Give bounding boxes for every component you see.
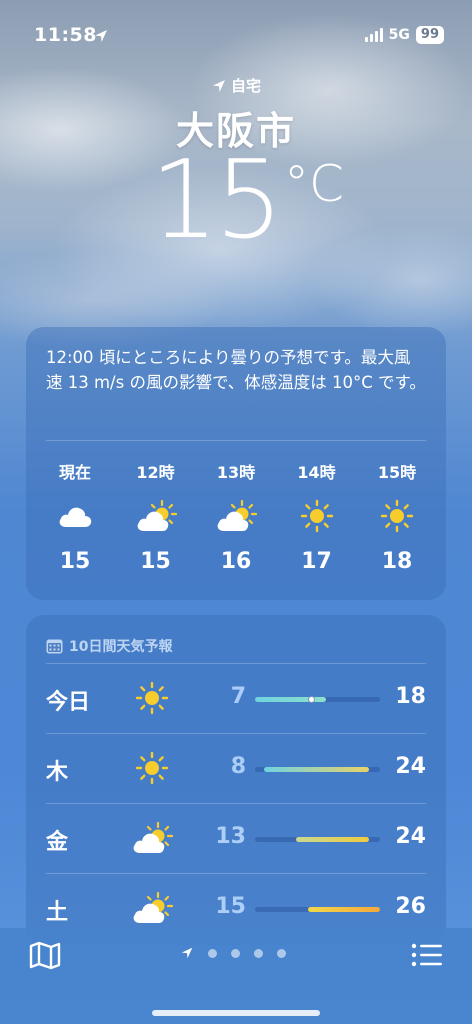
day-high-temp: 24	[395, 754, 426, 779]
sun-icon	[130, 678, 174, 718]
hour-temperature: 18	[381, 549, 413, 574]
day-high-temp: 26	[395, 894, 426, 919]
location-header: 自宅 大阪市 15 °C	[0, 75, 472, 265]
temperature-range-bar	[255, 907, 380, 912]
partly-sunny-icon	[201, 495, 271, 537]
hour-item: 14時 17	[282, 459, 352, 574]
home-indicator[interactable]	[152, 1010, 320, 1016]
list-icon[interactable]	[410, 940, 444, 970]
day-low-temp: 7	[230, 684, 246, 709]
hour-temperature: 15	[140, 549, 171, 574]
hour-item: 現在 15	[40, 459, 110, 574]
status-indicators: 5G 99	[364, 26, 444, 44]
page-dot[interactable]	[277, 948, 286, 958]
page-indicator[interactable]	[180, 946, 286, 960]
temperature-range-bar	[255, 767, 380, 772]
current-temperature-marker	[307, 696, 315, 703]
sun-icon	[282, 495, 352, 537]
cloud-icon	[40, 495, 110, 537]
network-type: 5G	[388, 27, 410, 43]
partly-sunny-icon	[130, 888, 174, 928]
divider	[46, 803, 426, 804]
day-low-temp: 15	[215, 894, 246, 919]
divider	[46, 733, 426, 734]
partly-sunny-icon	[130, 818, 174, 858]
page-dot[interactable]	[254, 948, 263, 958]
bottom-toolbar	[0, 928, 472, 1024]
forecast-summary: 12:00 頃にところにより曇りの予想です。最大風速 13 m/s の風の影響で…	[46, 348, 426, 392]
hourly-forecast-card[interactable]: 12:00 頃にところにより曇りの予想です。最大風速 13 m/s の風の影響で…	[26, 327, 446, 600]
day-name: 土	[46, 900, 69, 925]
divider	[46, 663, 426, 664]
day-name: 金	[46, 830, 69, 855]
day-row[interactable]: 金 13 24	[26, 803, 446, 873]
hour-label: 15時	[377, 463, 417, 482]
ten-day-forecast-card[interactable]: 10日間天気予報 今日 7 18 木 8 24 金 13 24 土 15 26	[26, 615, 446, 945]
page-dot[interactable]	[208, 948, 217, 958]
battery-icon: 99	[415, 26, 444, 44]
temperature-range-fill	[296, 837, 369, 842]
day-name: 今日	[46, 690, 91, 715]
hour-label: 12時	[136, 463, 175, 482]
day-name: 木	[46, 760, 69, 785]
sun-icon	[362, 495, 432, 537]
hour-temperature: 17	[301, 549, 332, 574]
day-row[interactable]: 木 8 24	[26, 733, 446, 803]
partly-sunny-icon	[121, 495, 191, 537]
hour-temperature: 16	[220, 549, 252, 574]
hour-label: 14時	[297, 463, 336, 482]
day-low-temp: 13	[215, 824, 246, 849]
day-row[interactable]: 今日 7 18	[26, 663, 446, 733]
location-label: 自宅	[230, 77, 261, 95]
hour-item: 13時 16	[201, 459, 271, 574]
current-temperature: 15 °C	[0, 147, 472, 265]
day-high-temp: 24	[395, 824, 426, 849]
calendar-icon	[46, 639, 63, 653]
page-dot[interactable]	[231, 948, 240, 958]
day-low-temp: 8	[230, 754, 246, 779]
day-high-temp: 18	[395, 684, 426, 709]
hour-temperature: 15	[59, 549, 91, 574]
temperature-unit: °C	[284, 155, 344, 213]
location-arrow-icon	[181, 947, 193, 959]
hour-item: 15時 18	[362, 459, 432, 574]
map-icon[interactable]	[28, 940, 62, 970]
temperature-range-bar	[255, 837, 380, 842]
temperature-range-fill	[263, 767, 369, 772]
ten-day-forecast-header: 10日間天気予報	[26, 615, 446, 663]
status-bar: 11:58 5G 99	[0, 22, 472, 52]
hour-label: 現在	[58, 463, 91, 482]
hourly-list[interactable]: 現在 15 12時 15 13時 16 14時 17 15時 18	[26, 441, 446, 574]
location-arrow-icon	[212, 79, 225, 92]
sun-icon	[130, 748, 174, 788]
hour-label: 13時	[216, 463, 256, 482]
hour-item: 12時 15	[121, 459, 191, 574]
ten-day-forecast-title: 10日間天気予報	[69, 639, 173, 655]
temperature-range-fill	[307, 907, 380, 912]
status-time: 11:58	[34, 24, 97, 46]
home-location-label: 自宅	[0, 75, 472, 96]
temperature-range-bar	[255, 696, 380, 703]
temperature-value: 15	[150, 138, 283, 263]
location-arrow-icon	[95, 30, 107, 42]
divider	[46, 873, 426, 874]
cellular-signal-icon	[364, 28, 383, 42]
temperature-range-fill	[255, 697, 327, 702]
